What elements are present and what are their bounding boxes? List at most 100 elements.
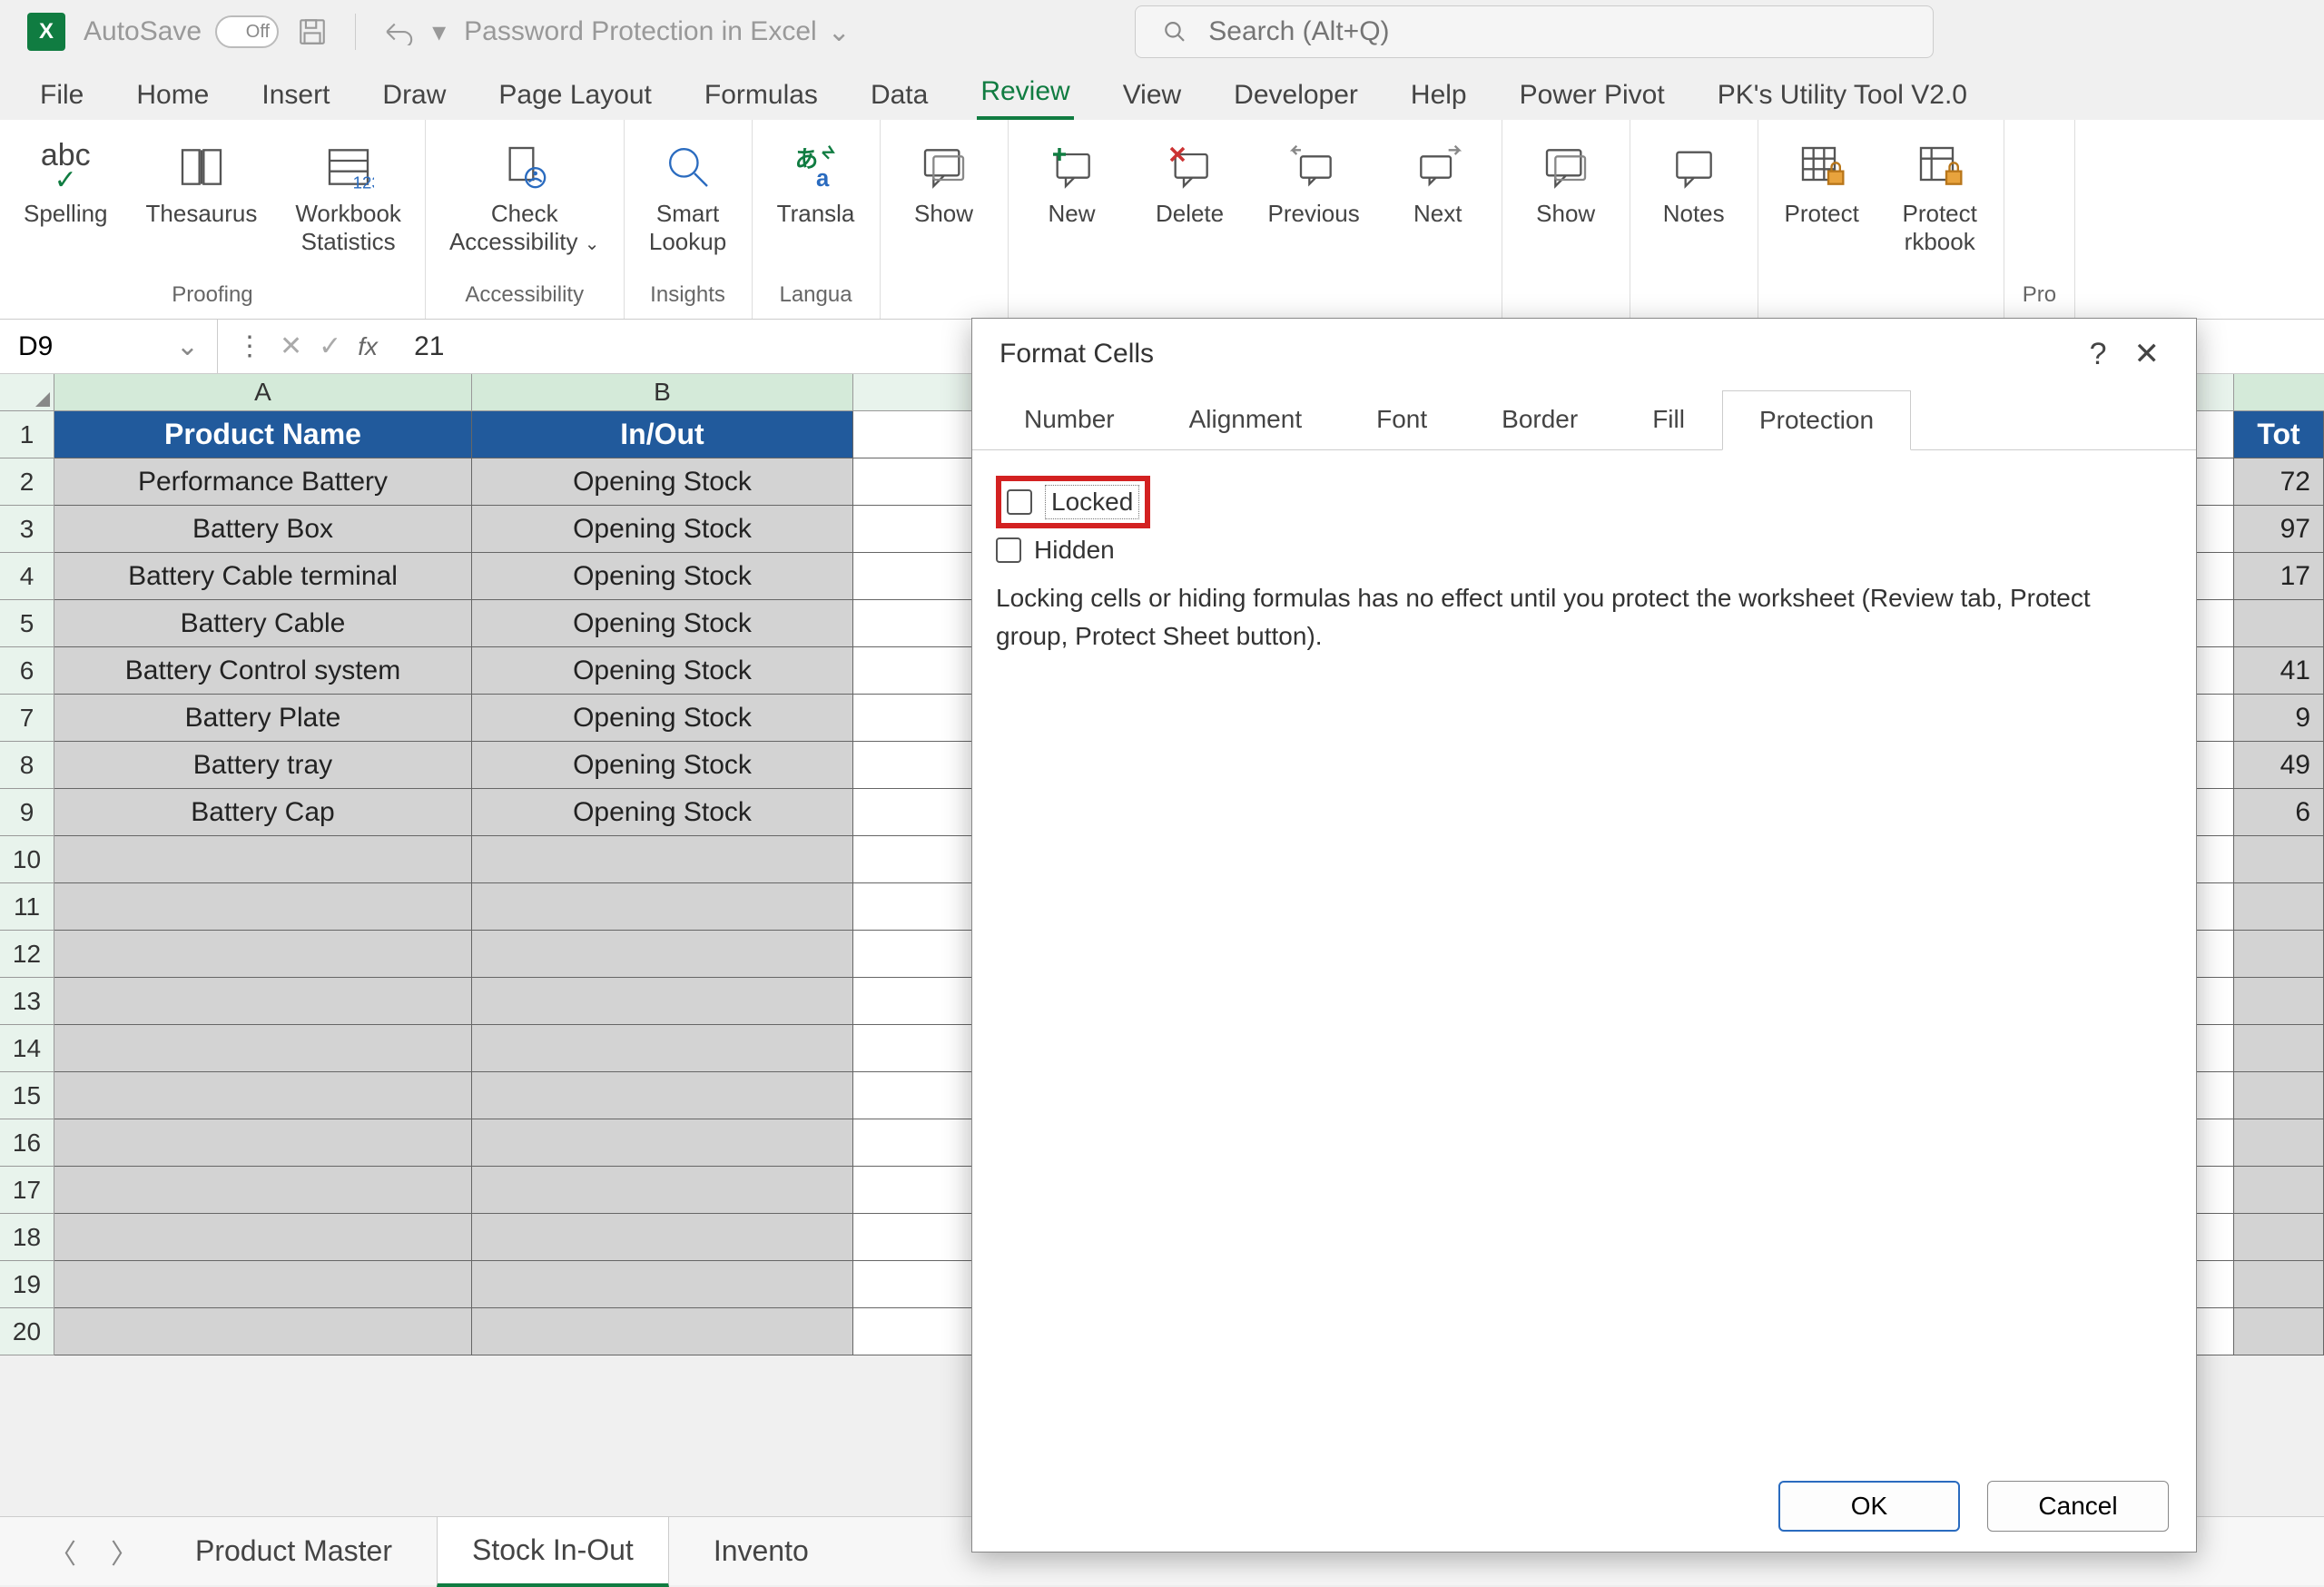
chevron-down-icon[interactable]: ⌄: [176, 330, 199, 362]
ribbon-tab-formulas[interactable]: Formulas: [701, 71, 822, 120]
row-header[interactable]: 15: [0, 1072, 54, 1119]
cell[interactable]: 41: [2233, 647, 2324, 695]
dots-icon[interactable]: ⋮: [236, 330, 263, 362]
ribbon-btn-workbook-statistics[interactable]: 123WorkbookStatistics: [290, 131, 407, 265]
toggle-switch[interactable]: Off: [215, 15, 279, 48]
sheet-nav-next[interactable]: 〉: [98, 1532, 151, 1572]
cell[interactable]: 49: [2233, 742, 2324, 789]
undo-icon[interactable]: [383, 18, 414, 45]
cell[interactable]: [2233, 1025, 2324, 1072]
cell[interactable]: Battery Control system: [54, 647, 472, 695]
row-header[interactable]: 8: [0, 742, 54, 789]
row-header[interactable]: 6: [0, 647, 54, 695]
cell[interactable]: [2233, 883, 2324, 931]
ribbon-tab-developer[interactable]: Developer: [1230, 71, 1362, 120]
name-box[interactable]: D9 ⌄: [0, 320, 218, 373]
dialog-tab-font[interactable]: Font: [1339, 389, 1464, 449]
cell[interactable]: [472, 1119, 853, 1167]
row-header[interactable]: 1: [0, 411, 54, 458]
cell[interactable]: Opening Stock: [472, 458, 853, 506]
row-header[interactable]: 16: [0, 1119, 54, 1167]
cell[interactable]: [472, 1025, 853, 1072]
col-header-B[interactable]: B: [472, 374, 853, 410]
sheet-nav-prev[interactable]: 〈: [36, 1532, 89, 1572]
cell[interactable]: [472, 1261, 853, 1308]
ribbon-btn-previous[interactable]: Previous: [1263, 131, 1365, 237]
cell[interactable]: [472, 931, 853, 978]
row-header[interactable]: 13: [0, 978, 54, 1025]
row-header[interactable]: 19: [0, 1261, 54, 1308]
cell[interactable]: In/Out: [472, 411, 853, 458]
search-input[interactable]: [1208, 16, 1905, 47]
ribbon-tab-help[interactable]: Help: [1407, 71, 1471, 120]
ribbon-tab-file[interactable]: File: [36, 71, 87, 120]
ribbon-tab-review[interactable]: Review: [977, 67, 1073, 120]
cell[interactable]: Opening Stock: [472, 789, 853, 836]
document-title[interactable]: Password Protection in Excel ⌄: [464, 16, 851, 48]
cell[interactable]: Opening Stock: [472, 600, 853, 647]
ribbon-btn-new[interactable]: New: [1027, 131, 1118, 237]
cell[interactable]: [54, 1214, 472, 1261]
dialog-tab-protection[interactable]: Protection: [1722, 390, 1911, 450]
col-header-A[interactable]: A: [54, 374, 472, 410]
locked-checkbox[interactable]: [1007, 489, 1032, 515]
ribbon-tab-insert[interactable]: Insert: [258, 71, 333, 120]
row-header[interactable]: 3: [0, 506, 54, 553]
cell[interactable]: Battery Box: [54, 506, 472, 553]
select-all-corner[interactable]: [0, 374, 54, 410]
cell[interactable]: [2233, 1167, 2324, 1214]
cell[interactable]: [2233, 1119, 2324, 1167]
cell[interactable]: 9: [2233, 695, 2324, 742]
customize-qat-icon[interactable]: ▾: [432, 16, 446, 48]
formula-input[interactable]: 21: [396, 331, 444, 362]
cell[interactable]: [472, 1167, 853, 1214]
row-header[interactable]: 17: [0, 1167, 54, 1214]
cell[interactable]: [54, 931, 472, 978]
cell[interactable]: [2233, 931, 2324, 978]
cell[interactable]: [54, 836, 472, 883]
ribbon-tab-pk-s-utility-tool-v2-0[interactable]: PK's Utility Tool V2.0: [1714, 71, 1971, 120]
ribbon-btn-check-accessibility[interactable]: CheckAccessibility ⌄: [444, 131, 606, 265]
row-header[interactable]: 20: [0, 1308, 54, 1355]
cell[interactable]: [472, 836, 853, 883]
cell[interactable]: [54, 1025, 472, 1072]
dialog-close-button[interactable]: ✕: [2125, 336, 2170, 372]
cell[interactable]: Battery Cable terminal: [54, 553, 472, 600]
cell[interactable]: 72: [2233, 458, 2324, 506]
cell[interactable]: [2233, 1308, 2324, 1355]
cell[interactable]: [2233, 1214, 2324, 1261]
cell[interactable]: Battery Cap: [54, 789, 472, 836]
hidden-checkbox[interactable]: [996, 537, 1021, 563]
sheet-tab-invento[interactable]: Invento: [678, 1517, 844, 1585]
cell[interactable]: [472, 883, 853, 931]
ok-button[interactable]: OK: [1778, 1481, 1960, 1532]
ribbon-btn-next[interactable]: Next: [1393, 131, 1483, 237]
row-header[interactable]: 7: [0, 695, 54, 742]
ribbon-btn-notes[interactable]: Notes: [1649, 131, 1739, 237]
cell[interactable]: Tot: [2233, 411, 2324, 458]
save-icon[interactable]: [297, 16, 328, 47]
cell[interactable]: Battery tray: [54, 742, 472, 789]
cell[interactable]: Product Name: [54, 411, 472, 458]
cell[interactable]: [2233, 978, 2324, 1025]
dialog-help-button[interactable]: ?: [2072, 337, 2125, 372]
row-header[interactable]: 9: [0, 789, 54, 836]
ribbon-tab-page-layout[interactable]: Page Layout: [495, 71, 655, 120]
row-header[interactable]: 10: [0, 836, 54, 883]
ribbon-tab-power-pivot[interactable]: Power Pivot: [1516, 71, 1669, 120]
cell[interactable]: [2233, 836, 2324, 883]
row-header[interactable]: 11: [0, 883, 54, 931]
cell[interactable]: 97: [2233, 506, 2324, 553]
dialog-tab-number[interactable]: Number: [987, 389, 1152, 449]
row-header[interactable]: 5: [0, 600, 54, 647]
ribbon-btn-delete[interactable]: Delete: [1145, 131, 1236, 237]
ribbon-tab-view[interactable]: View: [1119, 71, 1185, 120]
row-header[interactable]: 14: [0, 1025, 54, 1072]
cell[interactable]: [472, 1214, 853, 1261]
ribbon-tab-draw[interactable]: Draw: [379, 71, 449, 120]
row-header[interactable]: 12: [0, 931, 54, 978]
dialog-tab-fill[interactable]: Fill: [1615, 389, 1722, 449]
cell[interactable]: Opening Stock: [472, 695, 853, 742]
dialog-tab-border[interactable]: Border: [1464, 389, 1615, 449]
dialog-tab-alignment[interactable]: Alignment: [1152, 389, 1340, 449]
